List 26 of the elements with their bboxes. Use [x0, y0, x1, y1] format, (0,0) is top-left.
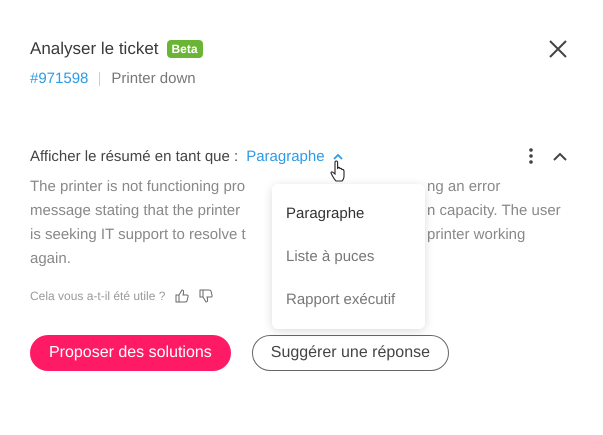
- propose-solutions-button[interactable]: Proposer des solutions: [30, 335, 231, 371]
- pointer-hand-icon: [330, 160, 346, 182]
- summary-text: again.: [30, 249, 72, 269]
- summary-text: message stating that the printer: [30, 201, 242, 221]
- menu-item[interactable]: Rapport exécutif: [272, 278, 425, 321]
- format-dropdown[interactable]: Paragraphe: [246, 148, 343, 164]
- close-icon[interactable]: [549, 40, 567, 58]
- thumbs-up-icon[interactable]: [175, 289, 190, 303]
- menu-item[interactable]: Paragraphe: [272, 192, 425, 235]
- ticket-id-link[interactable]: #971598: [30, 70, 88, 87]
- collapse-icon[interactable]: [553, 152, 567, 160]
- summary-format-label: Afficher le résumé en tant que :: [30, 148, 238, 164]
- menu-item[interactable]: Liste à puces: [272, 235, 425, 278]
- summary-text: n capacity. The user: [427, 201, 561, 221]
- summary-text: The printer is not functioning pro: [30, 177, 246, 197]
- thumbs-down-icon[interactable]: [199, 289, 214, 303]
- summary-text: ng an error: [427, 177, 500, 197]
- summary-text: is seeking IT support to resolve t: [30, 225, 247, 245]
- feedback-prompt: Cela vous a-t-il été utile ?: [30, 289, 166, 303]
- ticket-subject: Printer down: [111, 70, 196, 87]
- panel-title: Analyser le ticket: [30, 39, 158, 59]
- caret-icon[interactable]: [332, 152, 343, 160]
- more-options-icon[interactable]: [529, 148, 533, 164]
- suggest-reply-button[interactable]: Suggérer une réponse: [252, 335, 449, 371]
- beta-badge: Beta: [166, 40, 203, 58]
- summary-text: printer working: [427, 225, 526, 245]
